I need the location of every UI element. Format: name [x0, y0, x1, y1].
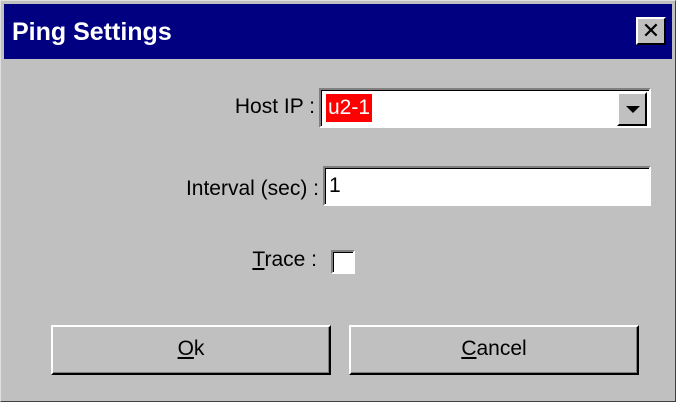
dialog-title: Ping Settings [12, 18, 172, 46]
interval-label: Interval (sec) : [185, 177, 319, 200]
host-ip-value: u2-1 [326, 94, 373, 122]
host-ip-combobox[interactable]: u2-1 [319, 88, 651, 128]
host-ip-label: Host IP : [234, 95, 315, 118]
interval-value: 1 [329, 174, 341, 197]
cancel-button[interactable]: Cancel [349, 325, 639, 375]
ok-button[interactable]: Ok [51, 325, 331, 375]
ping-settings-dialog: Ping Settings ✕ Host IP : u2-1 Interval … [0, 0, 676, 402]
close-button[interactable]: ✕ [636, 17, 666, 45]
trace-label: Trace : [252, 248, 317, 271]
close-icon: ✕ [641, 18, 661, 43]
title-bar[interactable]: Ping Settings ✕ [4, 4, 672, 59]
trace-checkbox[interactable] [331, 250, 355, 274]
interval-input[interactable]: 1 [323, 166, 651, 206]
chevron-down-icon[interactable] [617, 92, 647, 126]
